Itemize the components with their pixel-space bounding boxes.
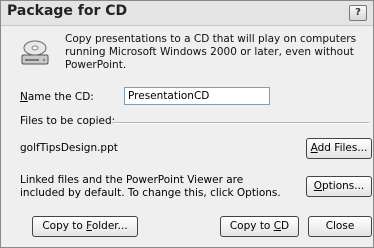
section-divider [113, 122, 369, 124]
add-files-accel: A [310, 142, 318, 154]
add-files-rest: dd Files... [317, 142, 368, 154]
name-cd-label: Name the CD: [20, 91, 94, 103]
cd-name-input[interactable] [124, 87, 270, 105]
options-rest: ptions... [322, 180, 365, 192]
close-button[interactable]: Close [308, 216, 372, 237]
options-accel: O [313, 180, 322, 192]
help-button[interactable]: ? [349, 5, 367, 21]
package-for-cd-dialog: Package for CD ? Copy presentations to a… [0, 0, 374, 248]
files-section-label: Files to be copied: [20, 115, 120, 127]
options-button[interactable]: Options... [306, 176, 372, 197]
copy-cd-prefix: Copy to [229, 220, 274, 232]
copy-to-folder-button[interactable]: Copy to Folder... [32, 216, 138, 237]
copy-cd-rest: D [281, 220, 290, 232]
file-list-item[interactable]: golfTipsDesign.ppt [20, 142, 118, 154]
name-cd-label-accel: N [20, 91, 28, 103]
linked-files-note: Linked files and the PowerPoint Viewer a… [20, 174, 281, 199]
cd-drive-icon [21, 40, 49, 65]
copy-cd-accel: C [273, 220, 282, 232]
copy-folder-rest: older... [91, 220, 128, 232]
copy-to-cd-button[interactable]: Copy to CD [220, 216, 299, 237]
name-cd-label-rest: ame the CD: [27, 91, 94, 103]
copy-folder-prefix: Copy to [42, 220, 87, 232]
dialog-title: Package for CD [7, 3, 128, 19]
title-bar: Package for CD ? [1, 1, 373, 26]
intro-text: Copy presentations to a CD that will pla… [65, 33, 357, 71]
add-files-button[interactable]: Add Files... [306, 138, 372, 159]
